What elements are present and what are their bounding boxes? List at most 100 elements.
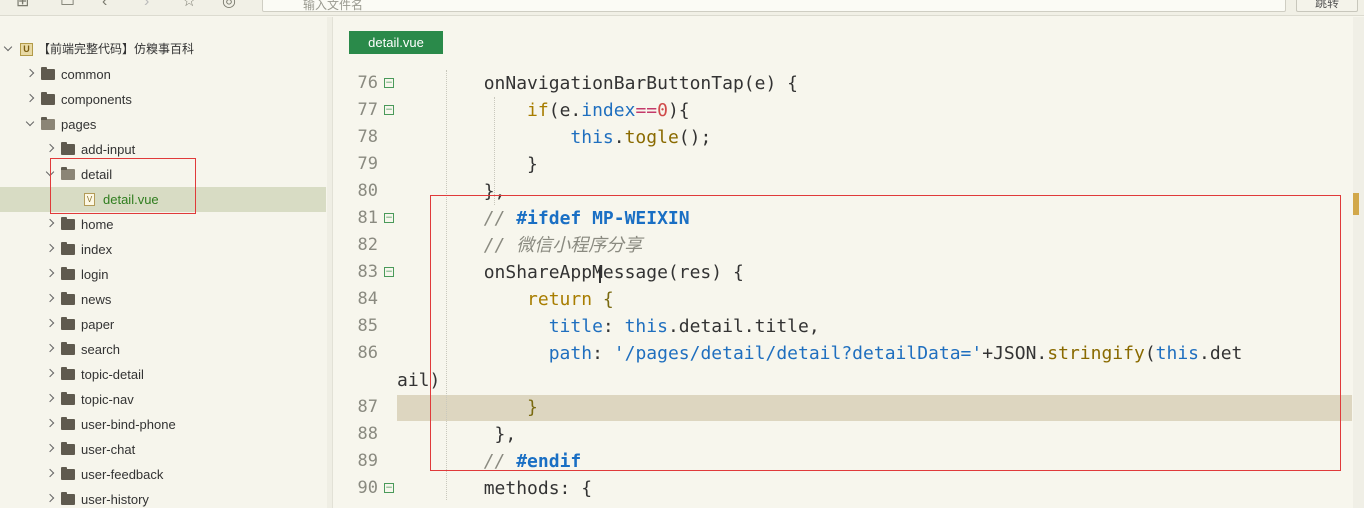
code-token: onNavigationBarButtonTap(e) {	[397, 73, 798, 94]
code-line-88[interactable]: 88 },	[334, 421, 1364, 448]
file-search-placeholder: 输入文件名	[303, 0, 364, 12]
code-token: togle	[624, 127, 679, 148]
chevron-right-icon[interactable]	[46, 487, 56, 497]
tree-item-common[interactable]: common	[0, 62, 326, 87]
code-token: .det	[1199, 343, 1243, 364]
chevron-right-icon[interactable]	[46, 412, 56, 422]
tree-item-user-history[interactable]: user-history	[0, 487, 326, 508]
chevron-right-icon[interactable]	[46, 262, 56, 272]
code-token: },	[397, 424, 517, 445]
forward-icon[interactable]: ›	[144, 0, 149, 10]
tree-item-detail-vue[interactable]: Vdetail.vue	[0, 187, 326, 212]
code-editor[interactable]: detail.vue 76− onNavigationBarButtonTap(…	[334, 17, 1364, 508]
folder-open-icon	[61, 167, 75, 180]
code-line-83[interactable]: 83− onShareAppMessage(res) {	[334, 259, 1364, 286]
editor-scroll-thumb[interactable]	[1353, 193, 1359, 215]
editor-scrollbar[interactable]	[1353, 17, 1364, 508]
code-text: onNavigationBarButtonTap(e) {	[397, 70, 798, 97]
line-number: 85	[357, 316, 378, 336]
code-line-84[interactable]: 84 return {	[334, 286, 1364, 313]
code-line-80[interactable]: 80 },	[334, 178, 1364, 205]
chevron-right-icon[interactable]	[46, 312, 56, 322]
new-file-icon[interactable]: ⊞	[16, 0, 29, 10]
run-icon[interactable]: ◎	[222, 0, 236, 10]
code-line-wrap[interactable]: ail)	[334, 367, 1364, 394]
tree-item-label: topic-nav	[81, 392, 134, 407]
go-button[interactable]: 跳转	[1296, 0, 1358, 12]
tree-item-label: common	[61, 67, 111, 82]
code-text: title: this.detail.title,	[397, 313, 820, 340]
code-line-87[interactable]: 87 }	[334, 394, 1364, 421]
code-line-89[interactable]: 89 // #endif	[334, 448, 1364, 475]
tree-item-search[interactable]: search	[0, 337, 326, 362]
code-line-85[interactable]: 85 title: this.detail.title,	[334, 313, 1364, 340]
code-text: },	[397, 421, 517, 448]
tree-item-topic-nav[interactable]: topic-nav	[0, 387, 326, 412]
file-search-input[interactable]: 输入文件名	[262, 0, 1286, 12]
chevron-right-icon[interactable]	[46, 362, 56, 372]
code-text: // #endif	[397, 448, 582, 475]
chevron-right-icon[interactable]	[46, 462, 56, 472]
tree-item-topic-detail[interactable]: topic-detail	[0, 362, 326, 387]
folder-icon	[41, 67, 55, 80]
code-line-81[interactable]: 81− // #ifdef MP-WEIXIN	[334, 205, 1364, 232]
fold-toggle-icon[interactable]: −	[384, 105, 394, 115]
chevron-down-icon[interactable]	[4, 37, 14, 47]
chevron-right-icon[interactable]	[46, 337, 56, 347]
code-line-78[interactable]: 78 this.togle();	[334, 124, 1364, 151]
save-icon[interactable]: ▭	[60, 0, 75, 10]
code-token: ){	[667, 100, 690, 121]
tree-item-add-input[interactable]: add-input	[0, 137, 326, 162]
code-line-86[interactable]: 86 path: '/pages/detail/detail?detailDat…	[334, 340, 1364, 367]
back-icon[interactable]: ‹	[102, 0, 107, 10]
chevron-right-icon[interactable]	[46, 212, 56, 222]
chevron-right-icon[interactable]	[26, 62, 36, 72]
star-icon[interactable]: ☆	[182, 0, 196, 10]
tree-item-login[interactable]: login	[0, 262, 326, 287]
tree-item-label: user-chat	[81, 442, 136, 457]
tree-item-index[interactable]: index	[0, 237, 326, 262]
indent-guide	[446, 70, 447, 500]
tree-item-project[interactable]: U 【前端完整代码】仿糗事百科	[0, 37, 326, 62]
code-text: }	[397, 394, 538, 421]
fold-toggle-icon[interactable]: −	[384, 78, 394, 88]
tree-item-paper[interactable]: paper	[0, 312, 326, 337]
tree-item-pages[interactable]: pages	[0, 112, 326, 137]
code-text: this.togle();	[397, 124, 711, 151]
chevron-right-icon[interactable]	[46, 237, 56, 247]
tab-detail-vue[interactable]: detail.vue	[349, 31, 443, 54]
code-token: // 微信小程序分享	[483, 235, 643, 256]
chevron-right-icon[interactable]	[46, 437, 56, 447]
code-token: //	[483, 451, 517, 472]
tree-item-label: home	[81, 217, 114, 232]
tree-item-label: user-history	[81, 492, 149, 507]
code-line-79[interactable]: 79 }	[334, 151, 1364, 178]
sidebar-scrollbar[interactable]	[327, 17, 332, 508]
code-token: (e.	[548, 100, 582, 121]
code-text: }	[397, 151, 538, 178]
chevron-down-icon[interactable]	[26, 112, 36, 122]
tree-item-user-chat[interactable]: user-chat	[0, 437, 326, 462]
code-line-82[interactable]: 82 // 微信小程序分享	[334, 232, 1364, 259]
chevron-down-icon[interactable]	[46, 162, 56, 172]
code-line-77[interactable]: 77− if(e.index==0){	[334, 97, 1364, 124]
tree-item-user-feedback[interactable]: user-feedback	[0, 462, 326, 487]
chevron-right-icon[interactable]	[46, 287, 56, 297]
chevron-right-icon[interactable]	[46, 387, 56, 397]
tree-item-detail[interactable]: detail	[0, 162, 326, 187]
chevron-right-icon[interactable]	[26, 87, 36, 97]
fold-toggle-icon[interactable]: −	[384, 213, 394, 223]
tree-item-home[interactable]: home	[0, 212, 326, 237]
code-line-90[interactable]: 90− methods: {	[334, 475, 1364, 502]
fold-toggle-icon[interactable]: −	[384, 267, 394, 277]
fold-toggle-icon[interactable]: −	[384, 483, 394, 493]
tree-item-components[interactable]: components	[0, 87, 326, 112]
tree-item-user-bind-phone[interactable]: user-bind-phone	[0, 412, 326, 437]
line-number: 80	[357, 181, 378, 201]
chevron-right-icon[interactable]	[46, 137, 56, 147]
tree-item-news[interactable]: news	[0, 287, 326, 312]
code-line-76[interactable]: 76− onNavigationBarButtonTap(e) {	[334, 70, 1364, 97]
tree-item-label: components	[61, 92, 132, 107]
